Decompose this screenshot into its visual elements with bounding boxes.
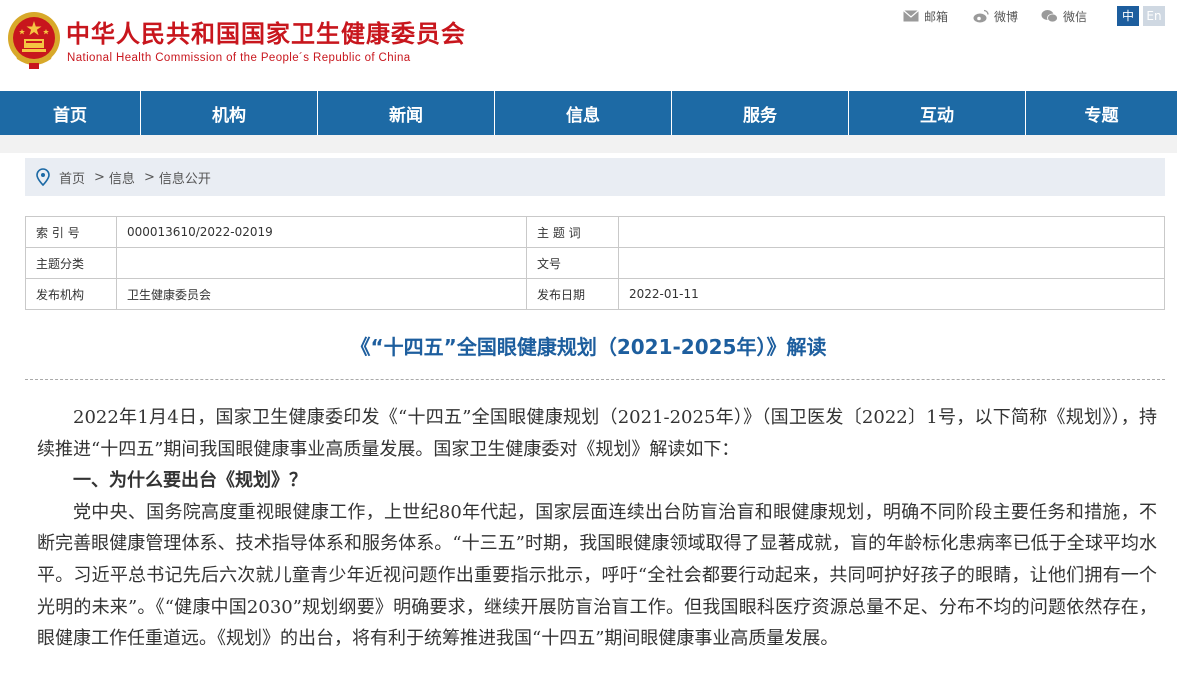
document-meta-table: 索 引 号 000013610/2022-02019 主 题 词 主题分类 文号… bbox=[25, 216, 1165, 310]
nav-item-organization[interactable]: 机构 bbox=[141, 91, 318, 135]
category-label: 主题分类 bbox=[25, 247, 117, 279]
share-weibo-link[interactable]: 微博 bbox=[973, 7, 1018, 25]
topic-word-value bbox=[618, 216, 1165, 248]
publish-date-value: 2022-01-11 bbox=[618, 278, 1165, 310]
document-number-value bbox=[618, 247, 1165, 279]
national-emblem-icon[interactable] bbox=[7, 9, 61, 71]
share-weibo-label: 微博 bbox=[994, 9, 1019, 24]
publisher-label: 发布机构 bbox=[25, 278, 117, 310]
article-section-heading: 一、为什么要出台《规划》？ bbox=[73, 470, 307, 492]
article-intro-paragraph: 2022年1月4日，国家卫生健康委印发《“十四五”全国眼健康规划（2021-20… bbox=[37, 407, 1157, 460]
publisher-value: 卫生健康委员会 bbox=[116, 278, 527, 310]
breadcrumb-separator: > bbox=[143, 169, 155, 185]
nav-item-topics[interactable]: 专题 bbox=[1026, 91, 1177, 135]
share-mail-label: 邮箱 bbox=[924, 9, 949, 24]
weibo-icon bbox=[973, 9, 989, 23]
breadcrumb-disclosure[interactable]: 信息公开 bbox=[159, 168, 211, 187]
breadcrumb-information[interactable]: 信息 bbox=[109, 168, 135, 187]
nav-item-services[interactable]: 服务 bbox=[672, 91, 849, 135]
index-number-label: 索 引 号 bbox=[25, 216, 117, 248]
table-row: 主题分类 文号 bbox=[25, 247, 1165, 279]
lang-zh-button[interactable]: 中 bbox=[1117, 6, 1139, 26]
nav-item-interaction[interactable]: 互动 bbox=[849, 91, 1026, 135]
breadcrumb: 首页 > 信息 > 信息公开 bbox=[25, 158, 1165, 196]
location-pin-icon bbox=[36, 168, 50, 186]
breadcrumb-home[interactable]: 首页 bbox=[59, 168, 85, 187]
lang-en-button[interactable]: En bbox=[1143, 6, 1165, 26]
site-name-cn[interactable]: 中华人民共和国国家卫生健康委员会 bbox=[66, 14, 466, 49]
topic-word-label: 主 题 词 bbox=[526, 216, 619, 248]
share-wechat-link[interactable]: 微信 bbox=[1041, 7, 1087, 25]
main-nav: 首页 机构 新闻 信息 服务 互动 专题 bbox=[0, 91, 1177, 135]
nav-item-news[interactable]: 新闻 bbox=[318, 91, 495, 135]
mail-icon bbox=[903, 10, 919, 22]
site-name-en[interactable]: National Health Commission of the People… bbox=[67, 52, 411, 64]
nav-item-home[interactable]: 首页 bbox=[0, 91, 141, 135]
article-title: 《“十四五”全国眼健康规划（2021-2025年）》解读 bbox=[350, 335, 827, 359]
nav-item-information[interactable]: 信息 bbox=[495, 91, 672, 135]
category-value bbox=[116, 247, 527, 279]
index-number-value: 000013610/2022-02019 bbox=[116, 216, 527, 248]
wechat-icon bbox=[1041, 10, 1058, 23]
share-wechat-label: 微信 bbox=[1063, 9, 1088, 24]
table-row: 索 引 号 000013610/2022-02019 主 题 词 bbox=[25, 216, 1165, 248]
share-mail-link[interactable]: 邮箱 bbox=[903, 7, 948, 25]
nav-shadow-band bbox=[0, 135, 1177, 153]
article-body: 2022年1月4日，国家卫生健康委印发《“十四五”全国眼健康规划（2021-20… bbox=[37, 402, 1157, 655]
document-number-label: 文号 bbox=[526, 247, 619, 279]
publish-date-label: 发布日期 bbox=[526, 278, 619, 310]
article-paragraph: 党中央、国务院高度重视眼健康工作，上世纪80年代起，国家层面连续出台防盲治盲和眼… bbox=[37, 501, 1157, 650]
table-row: 发布机构 卫生健康委员会 发布日期 2022-01-11 bbox=[25, 278, 1165, 310]
breadcrumb-separator: > bbox=[94, 169, 105, 185]
site-header: 中华人民共和国国家卫生健康委员会 National Health Commiss… bbox=[0, 0, 1177, 90]
title-divider bbox=[25, 379, 1165, 380]
